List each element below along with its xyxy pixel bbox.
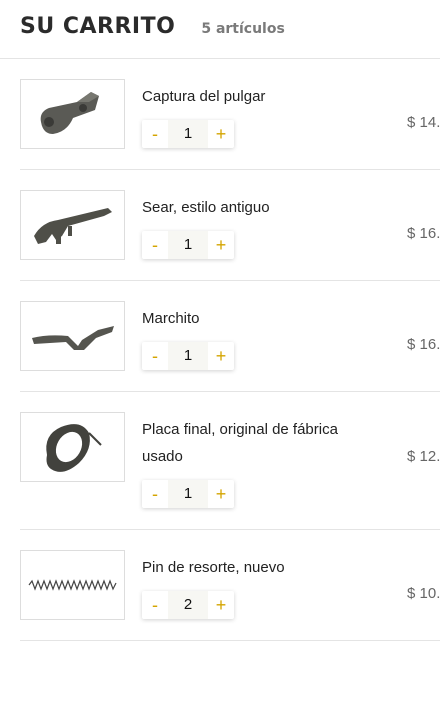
cart-item: Pin de resorte, nuevo - 2 + $ 10. xyxy=(20,530,440,641)
quantity-value[interactable]: 1 xyxy=(168,480,208,508)
increase-quantity-button[interactable]: + xyxy=(208,595,234,616)
increase-quantity-button[interactable]: + xyxy=(208,484,234,505)
quantity-value[interactable]: 1 xyxy=(168,342,208,370)
product-thumbnail[interactable] xyxy=(20,79,125,149)
cart-item: Captura del pulgar - 1 + $ 14. xyxy=(20,59,440,170)
quantity-stepper: - 1 + xyxy=(142,231,234,259)
quantity-stepper: - 2 + xyxy=(142,591,234,619)
decrease-quantity-button[interactable]: - xyxy=(142,484,168,505)
product-name[interactable]: Sear, estilo antiguo xyxy=(142,194,362,221)
cart-item-list: Captura del pulgar - 1 + $ 14. Sear, est… xyxy=(20,59,440,641)
decrease-quantity-button[interactable]: - xyxy=(142,346,168,367)
cart-item-count: 5 artículos xyxy=(201,21,285,37)
thumb-spring-icon xyxy=(28,579,117,591)
item-price: $ 12. xyxy=(407,448,440,465)
quantity-stepper: - 1 + xyxy=(142,480,234,508)
cart-item: Placa final, original de fábrica usado -… xyxy=(20,392,440,530)
cart-header: SU CARRITO 5 artículos xyxy=(20,14,440,44)
item-price: $ 14. xyxy=(407,114,440,131)
cart-item: Sear, estilo antiguo - 1 + $ 16. xyxy=(20,170,440,281)
product-name[interactable]: Marchito xyxy=(142,305,362,332)
increase-quantity-button[interactable]: + xyxy=(208,235,234,256)
increase-quantity-button[interactable]: + xyxy=(208,124,234,145)
quantity-value[interactable]: 2 xyxy=(168,591,208,619)
cart-item: Marchito - 1 + $ 16. xyxy=(20,281,440,392)
decrease-quantity-button[interactable]: - xyxy=(142,595,168,616)
quantity-stepper: - 1 + xyxy=(142,120,234,148)
product-thumbnail[interactable] xyxy=(20,412,125,482)
thumb-marchito-icon xyxy=(31,326,114,350)
item-price: $ 10. xyxy=(407,585,440,602)
product-name[interactable]: Captura del pulgar xyxy=(142,83,362,110)
item-price: $ 16. xyxy=(407,225,440,242)
thumb-catch-icon xyxy=(40,92,99,134)
product-thumbnail[interactable] xyxy=(20,190,125,260)
product-name[interactable]: Pin de resorte, nuevo xyxy=(142,554,362,581)
product-name[interactable]: Placa final, original de fábrica usado xyxy=(142,416,362,470)
product-thumbnail[interactable] xyxy=(20,550,125,620)
thumb-sear-icon xyxy=(33,208,112,244)
product-thumbnail[interactable] xyxy=(20,301,125,371)
decrease-quantity-button[interactable]: - xyxy=(142,235,168,256)
thumb-end-plate-icon xyxy=(45,424,102,472)
increase-quantity-button[interactable]: + xyxy=(208,346,234,367)
cart-title: SU CARRITO xyxy=(20,14,176,39)
quantity-value[interactable]: 1 xyxy=(168,231,208,259)
quantity-stepper: - 1 + xyxy=(142,342,234,370)
decrease-quantity-button[interactable]: - xyxy=(142,124,168,145)
quantity-value[interactable]: 1 xyxy=(168,120,208,148)
item-price: $ 16. xyxy=(407,336,440,353)
